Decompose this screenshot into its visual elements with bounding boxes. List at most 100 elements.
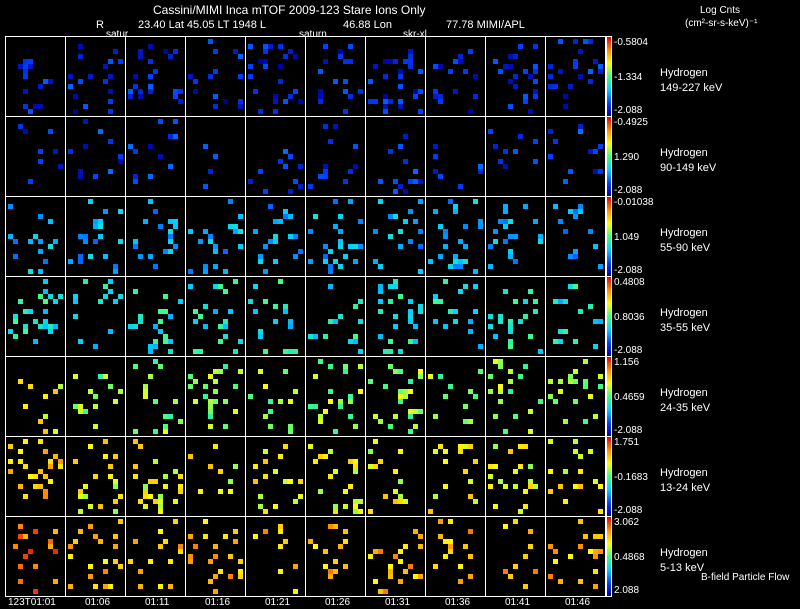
pixel xyxy=(33,474,38,479)
pixel xyxy=(523,364,528,369)
spectrogram-panel xyxy=(245,356,306,437)
pixel xyxy=(503,484,508,489)
pixel xyxy=(328,449,333,454)
spectrogram-panel xyxy=(545,116,606,197)
pixel xyxy=(253,89,258,94)
pixel xyxy=(308,444,313,449)
pixel xyxy=(433,154,438,159)
pixel xyxy=(23,494,28,499)
pixel xyxy=(43,394,48,399)
pixel xyxy=(348,484,353,489)
pixel xyxy=(343,79,348,84)
pixel xyxy=(203,144,208,149)
spectrogram-panel xyxy=(485,116,546,197)
pixel xyxy=(473,74,478,79)
pixel xyxy=(278,219,283,224)
pixel xyxy=(188,384,193,389)
x-tick-label: 01:46 xyxy=(565,597,591,608)
pixel xyxy=(208,39,213,44)
pixel xyxy=(103,454,108,459)
pixel xyxy=(263,459,268,464)
pixel xyxy=(113,49,118,54)
pixel xyxy=(138,54,143,59)
pixel xyxy=(53,299,58,304)
marker-label: skr-xl xyxy=(403,29,427,40)
pixel xyxy=(583,419,588,424)
pixel xyxy=(503,224,508,229)
pixel xyxy=(8,204,13,209)
pixel xyxy=(23,329,28,334)
spectrogram-panel xyxy=(305,276,366,357)
pixel xyxy=(508,449,513,454)
pixel xyxy=(463,259,468,264)
b-field-flow-label: B-field Particle Flow xyxy=(701,572,790,583)
spectrogram-panel xyxy=(305,436,366,517)
pixel xyxy=(103,64,108,69)
pixel xyxy=(348,199,353,204)
pixel xyxy=(108,139,113,144)
pixel xyxy=(388,149,393,154)
pixel xyxy=(33,339,38,344)
pixel xyxy=(478,169,483,174)
pixel xyxy=(263,49,268,54)
pixel xyxy=(548,154,553,159)
pixel xyxy=(198,314,203,319)
units-label: (cm²-sr-s-keV)⁻¹ xyxy=(685,18,758,29)
spectrogram-panel xyxy=(5,436,66,517)
pixel xyxy=(268,409,273,414)
pixel xyxy=(223,269,228,274)
pixel xyxy=(418,244,423,249)
colorbar-tick-label: -2.088 xyxy=(614,505,643,516)
pixel xyxy=(443,279,448,284)
pixel xyxy=(588,229,593,234)
pixel xyxy=(133,464,138,469)
pixel xyxy=(23,464,28,469)
pixel xyxy=(398,579,403,584)
pixel xyxy=(178,489,183,494)
pixel xyxy=(533,159,538,164)
pixel xyxy=(268,204,273,209)
channel-label: Hydrogen 24-35 keV xyxy=(660,386,710,416)
pixel xyxy=(88,74,93,79)
pixel xyxy=(23,129,28,134)
pixel xyxy=(178,549,183,554)
pixel xyxy=(548,129,553,134)
pixel xyxy=(583,359,588,364)
pixel xyxy=(323,454,328,459)
pixel xyxy=(533,219,538,224)
pixel xyxy=(223,324,228,329)
pixel xyxy=(213,544,218,549)
pixel xyxy=(358,319,363,324)
pixel xyxy=(268,399,273,404)
pixel xyxy=(23,404,28,409)
pixel xyxy=(28,109,33,114)
pixel xyxy=(248,44,253,49)
pixel xyxy=(433,494,438,499)
pixel xyxy=(288,399,293,404)
pixel xyxy=(578,209,583,214)
pixel xyxy=(133,324,138,329)
pixel xyxy=(403,569,408,574)
pixel xyxy=(563,299,568,304)
pixel xyxy=(498,69,503,74)
pixel xyxy=(468,49,473,54)
pixel xyxy=(263,529,268,534)
pixel xyxy=(283,539,288,544)
pixel xyxy=(148,89,153,94)
pixel xyxy=(473,309,478,314)
pixel xyxy=(103,559,108,564)
pixel xyxy=(398,84,403,89)
pixel xyxy=(203,534,208,539)
pixel xyxy=(283,309,288,314)
pixel xyxy=(463,469,468,474)
pixel xyxy=(238,74,243,79)
pixel xyxy=(53,324,58,329)
pixel xyxy=(248,179,253,184)
pixel xyxy=(553,559,558,564)
pixel xyxy=(358,299,363,304)
pixel xyxy=(573,379,578,384)
pixel xyxy=(433,144,438,149)
pixel xyxy=(168,414,173,419)
pixel xyxy=(258,109,263,114)
pixel xyxy=(468,444,473,449)
